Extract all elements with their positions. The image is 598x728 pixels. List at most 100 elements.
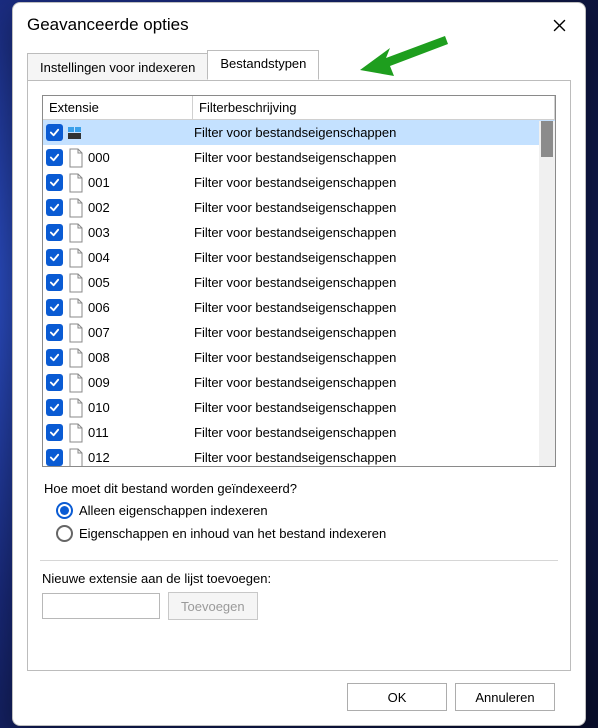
- new-extension-input[interactable]: [42, 593, 160, 619]
- extension-cell: 006: [88, 300, 194, 315]
- filter-description-cell: Filter voor bestandseigenschappen: [194, 125, 555, 140]
- table-row[interactable]: 005Filter voor bestandseigenschappen: [43, 270, 555, 295]
- table-row[interactable]: 012Filter voor bestandseigenschappen: [43, 445, 555, 466]
- extension-cell: 000: [88, 150, 194, 165]
- table-row[interactable]: 000Filter voor bestandseigenschappen: [43, 145, 555, 170]
- table-row[interactable]: 003Filter voor bestandseigenschappen: [43, 220, 555, 245]
- extension-cell: 009: [88, 375, 194, 390]
- extension-cell: 005: [88, 275, 194, 290]
- cancel-button[interactable]: Annuleren: [455, 683, 555, 711]
- column-extension[interactable]: Extensie: [43, 96, 193, 119]
- tab-indexing-settings[interactable]: Instellingen voor indexeren: [27, 53, 208, 82]
- close-button[interactable]: [541, 11, 577, 39]
- add-extension-button[interactable]: Toevoegen: [168, 592, 258, 620]
- row-checkbox[interactable]: [46, 199, 63, 216]
- radio-label: Alleen eigenschappen indexeren: [79, 503, 268, 518]
- file-icon: [67, 198, 84, 218]
- filter-description-cell: Filter voor bestandseigenschappen: [194, 175, 555, 190]
- file-type-list[interactable]: Extensie Filterbeschrijving Filter voor …: [42, 95, 556, 467]
- advanced-options-dialog: Geavanceerde opties Instellingen voor in…: [12, 2, 586, 726]
- file-icon: [67, 323, 84, 343]
- filter-description-cell: Filter voor bestandseigenschappen: [194, 450, 555, 465]
- table-row[interactable]: 008Filter voor bestandseigenschappen: [43, 345, 555, 370]
- file-icon: [67, 223, 84, 243]
- extension-cell: 011: [88, 425, 194, 440]
- row-checkbox[interactable]: [46, 324, 63, 341]
- close-icon: [553, 19, 566, 32]
- filter-description-cell: Filter voor bestandseigenschappen: [194, 250, 555, 265]
- file-icon: [67, 348, 84, 368]
- file-icon: [67, 173, 84, 193]
- dialog-title: Geavanceerde opties: [27, 15, 189, 35]
- file-icon: [67, 148, 84, 168]
- column-filter[interactable]: Filterbeschrijving: [193, 96, 555, 119]
- table-row[interactable]: 009Filter voor bestandseigenschappen: [43, 370, 555, 395]
- extension-cell: 004: [88, 250, 194, 265]
- row-checkbox[interactable]: [46, 124, 63, 141]
- table-row[interactable]: 001Filter voor bestandseigenschappen: [43, 170, 555, 195]
- extension-cell: 003: [88, 225, 194, 240]
- row-checkbox[interactable]: [46, 174, 63, 191]
- filter-description-cell: Filter voor bestandseigenschappen: [194, 350, 555, 365]
- tabpage-file-types: Extensie Filterbeschrijving Filter voor …: [27, 80, 571, 671]
- filter-description-cell: Filter voor bestandseigenschappen: [194, 375, 555, 390]
- add-extension-row: Toevoegen: [42, 592, 556, 620]
- file-icon: [67, 248, 84, 268]
- extension-cell: 010: [88, 400, 194, 415]
- filter-description-cell: Filter voor bestandseigenschappen: [194, 425, 555, 440]
- table-row[interactable]: 006Filter voor bestandseigenschappen: [43, 295, 555, 320]
- file-icon: [67, 398, 84, 418]
- row-checkbox[interactable]: [46, 224, 63, 241]
- indexing-question-label: Hoe moet dit bestand worden geïndexeerd?: [44, 481, 554, 496]
- extension-cell: 007: [88, 325, 194, 340]
- row-checkbox[interactable]: [46, 299, 63, 316]
- file-icon: [67, 423, 84, 443]
- list-header: Extensie Filterbeschrijving: [43, 96, 555, 120]
- divider: [40, 560, 558, 561]
- row-checkbox[interactable]: [46, 424, 63, 441]
- row-checkbox[interactable]: [46, 374, 63, 391]
- table-row[interactable]: 011Filter voor bestandseigenschappen: [43, 420, 555, 445]
- tab-file-types[interactable]: Bestandstypen: [207, 50, 319, 80]
- dialog-body: Instellingen voor indexeren Bestandstype…: [13, 43, 585, 725]
- table-row[interactable]: 002Filter voor bestandseigenschappen: [43, 195, 555, 220]
- table-row[interactable]: Filter voor bestandseigenschappen: [43, 120, 555, 145]
- filter-description-cell: Filter voor bestandseigenschappen: [194, 150, 555, 165]
- file-icon: [67, 298, 84, 318]
- filter-description-cell: Filter voor bestandseigenschappen: [194, 225, 555, 240]
- radio-properties-and-content[interactable]: Eigenschappen en inhoud van het bestand …: [56, 525, 554, 542]
- row-checkbox[interactable]: [46, 274, 63, 291]
- row-checkbox[interactable]: [46, 349, 63, 366]
- indexing-mode-section: Hoe moet dit bestand worden geïndexeerd?…: [44, 481, 554, 546]
- row-checkbox[interactable]: [46, 399, 63, 416]
- extension-cell: 008: [88, 350, 194, 365]
- file-icon: [67, 273, 84, 293]
- add-extension-label: Nieuwe extensie aan de lijst toevoegen:: [42, 571, 556, 586]
- titlebar: Geavanceerde opties: [13, 3, 585, 43]
- list-rows: Filter voor bestandseigenschappen000Filt…: [43, 120, 555, 466]
- extension-cell: 002: [88, 200, 194, 215]
- row-checkbox[interactable]: [46, 249, 63, 266]
- app-icon: [67, 123, 84, 143]
- ok-button[interactable]: OK: [347, 683, 447, 711]
- filter-description-cell: Filter voor bestandseigenschappen: [194, 300, 555, 315]
- tab-strip: Instellingen voor indexeren Bestandstype…: [27, 51, 571, 80]
- scrollbar-thumb[interactable]: [541, 121, 553, 157]
- radio-label: Eigenschappen en inhoud van het bestand …: [79, 526, 386, 541]
- filter-description-cell: Filter voor bestandseigenschappen: [194, 275, 555, 290]
- row-checkbox[interactable]: [46, 449, 63, 466]
- file-icon: [67, 373, 84, 393]
- table-row[interactable]: 010Filter voor bestandseigenschappen: [43, 395, 555, 420]
- filter-description-cell: Filter voor bestandseigenschappen: [194, 400, 555, 415]
- filter-description-cell: Filter voor bestandseigenschappen: [194, 200, 555, 215]
- row-checkbox[interactable]: [46, 149, 63, 166]
- file-icon: [67, 448, 84, 467]
- filter-description-cell: Filter voor bestandseigenschappen: [194, 325, 555, 340]
- table-row[interactable]: 007Filter voor bestandseigenschappen: [43, 320, 555, 345]
- extension-cell: 012: [88, 450, 194, 465]
- radio-icon: [56, 525, 73, 542]
- radio-properties-only[interactable]: Alleen eigenschappen indexeren: [56, 502, 554, 519]
- radio-icon: [56, 502, 73, 519]
- scrollbar[interactable]: [539, 121, 555, 466]
- table-row[interactable]: 004Filter voor bestandseigenschappen: [43, 245, 555, 270]
